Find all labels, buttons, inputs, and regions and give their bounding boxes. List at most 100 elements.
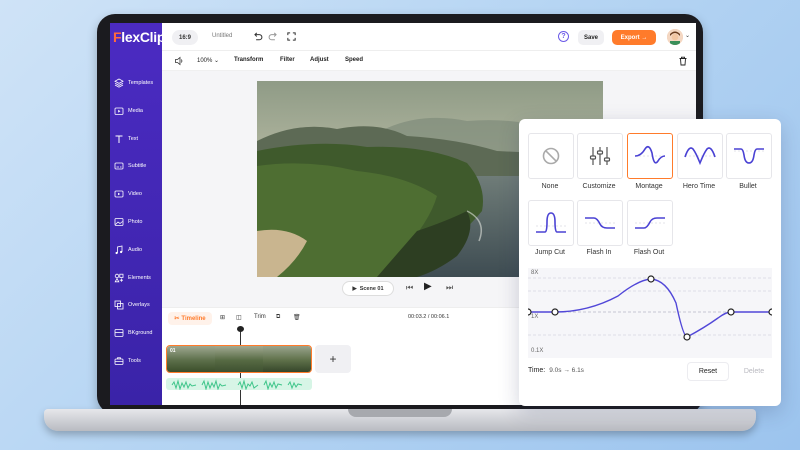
speed-curve-graph[interactable]: 8X 1X 0.1X [528, 268, 772, 358]
preset-flash-out[interactable] [627, 200, 673, 246]
layers-icon [114, 78, 124, 88]
y-axis-bottom-label: 0.1X [531, 348, 544, 354]
none-icon [542, 147, 560, 165]
waveform [171, 379, 303, 390]
split-icon[interactable]: ◫ [236, 314, 242, 321]
aspect-ratio-button[interactable]: 16:9 [172, 30, 198, 45]
add-clip-button[interactable]: + [315, 345, 351, 373]
next-icon[interactable]: ⏭ [446, 283, 453, 293]
video-clip[interactable]: 01 [166, 345, 312, 373]
flash-in-curve-icon [585, 217, 617, 229]
preset-label: Bullet [739, 183, 757, 190]
curve-point[interactable] [551, 308, 559, 316]
trim-button[interactable]: Trim [254, 314, 266, 320]
duplicate-icon[interactable]: ⧉ [276, 314, 280, 321]
preset-none[interactable] [528, 133, 574, 179]
sidebar-item-label: Video [128, 191, 142, 197]
jump-cut-curve-icon [536, 212, 568, 233]
sidebar-item-background[interactable]: BKground [114, 324, 164, 342]
text-icon [115, 135, 123, 143]
avatar[interactable] [667, 29, 683, 45]
trash-icon[interactable] [678, 56, 688, 66]
time-value: 9.0s → 6.1s [549, 367, 584, 374]
project-title[interactable]: Untitled [212, 33, 232, 39]
sidebar-item-label: Overlays [128, 302, 150, 308]
audio-track[interactable] [166, 378, 312, 390]
sidebar-item-label: Photo [128, 219, 143, 225]
sidebar-item-text[interactable]: Text [114, 130, 164, 148]
scene-play-button[interactable]: ▶ Scene 01 [342, 281, 394, 296]
overlays-icon [114, 300, 124, 310]
curve-point[interactable] [647, 275, 655, 283]
preset-flash-in[interactable] [577, 200, 623, 246]
redo-icon[interactable] [268, 31, 279, 42]
sidebar-item-photo[interactable]: Photo [114, 213, 164, 231]
sidebar-item-label: Audio [128, 247, 143, 253]
sidebar-item-media[interactable]: Media [114, 102, 164, 120]
filter-button[interactable]: Filter [280, 57, 295, 63]
time-summary: Time: 9.0s → 6.1s [528, 367, 584, 374]
sidebar-item-audio[interactable]: Audio [114, 241, 164, 259]
scissors-icon: ✂ [174, 316, 180, 322]
preset-montage[interactable] [627, 133, 673, 179]
sidebar-item-subtitle[interactable]: Subtitle [114, 157, 164, 175]
y-axis-mid-label: 1X [531, 314, 539, 320]
previous-icon[interactable]: ⏮ [406, 283, 413, 293]
sidebar-item-label: Elements [128, 275, 151, 281]
playhead-handle[interactable] [237, 326, 244, 332]
curve-point[interactable] [727, 308, 735, 316]
sidebar-item-label: Media [128, 108, 143, 114]
save-button[interactable]: Save [578, 30, 604, 45]
chevron-down-icon: ⌄ [214, 58, 220, 64]
customize-icon [589, 147, 611, 165]
volume-icon[interactable] [174, 56, 184, 66]
curve-point[interactable] [768, 308, 772, 316]
undo-icon[interactable] [252, 31, 263, 42]
reset-button[interactable]: Reset [687, 362, 729, 381]
sidebar-item-label: Text [128, 136, 139, 142]
time-label: Time: [528, 367, 546, 374]
chevron-down-icon[interactable]: ⌄ [685, 32, 690, 39]
fullscreen-icon[interactable] [286, 31, 297, 42]
brand-logo: FlexClip [113, 29, 166, 45]
speed-curve-panel: None Customize Montage Hero Time Bullet [519, 119, 781, 406]
sidebar: FlexClip Templates Media Text Subtitle V… [110, 23, 166, 405]
time-readout: 00:03.2 / 00:06.1 [408, 314, 450, 320]
transform-button[interactable]: Transform [234, 57, 263, 63]
export-button[interactable]: Export → [612, 30, 656, 45]
background-icon [114, 329, 124, 337]
preset-hero-time[interactable] [677, 133, 723, 179]
delete-clip-icon[interactable]: 🗑 [293, 314, 301, 321]
preset-customize[interactable] [577, 133, 623, 179]
montage-curve-icon [634, 145, 667, 164]
subtitle-icon [114, 162, 124, 170]
clip-number: 01 [170, 348, 176, 354]
sidebar-item-video[interactable]: Video [114, 185, 164, 203]
sidebar-item-overlays[interactable]: Overlays [114, 296, 164, 314]
preset-bullet[interactable] [726, 133, 772, 179]
folder-icon [114, 107, 124, 115]
bullet-curve-icon [734, 148, 766, 164]
elements-icon [114, 273, 124, 283]
sidebar-item-elements[interactable]: Elements [114, 269, 164, 287]
sidebar-item-templates[interactable]: Templates [114, 74, 164, 92]
speed-button[interactable]: Speed [345, 57, 363, 63]
play-icon: ▶ [352, 285, 357, 292]
delete-button[interactable]: Delete [735, 362, 773, 381]
help-icon[interactable]: ? [558, 31, 569, 42]
video-icon [114, 190, 124, 198]
preset-jump-cut[interactable] [528, 200, 574, 246]
laptop-notch [348, 409, 452, 417]
hero-time-curve-icon [684, 147, 717, 166]
add-media-icon[interactable]: ⊞ [220, 314, 225, 321]
curve-point[interactable] [683, 333, 691, 341]
zoom-select[interactable]: 100% ⌄ [197, 57, 219, 64]
sidebar-item-label: Templates [128, 80, 154, 86]
sidebar-item-tools[interactable]: Tools [114, 352, 164, 370]
timeline-toggle-button[interactable]: ✂ Timeline [168, 312, 212, 325]
sidebar-item-label: Tools [128, 358, 141, 364]
flash-out-curve-icon [635, 217, 667, 229]
play-icon[interactable]: ▶ [424, 281, 432, 292]
adjust-button[interactable]: Adjust [310, 57, 329, 63]
sidebar-item-label: Subtitle [128, 163, 147, 169]
